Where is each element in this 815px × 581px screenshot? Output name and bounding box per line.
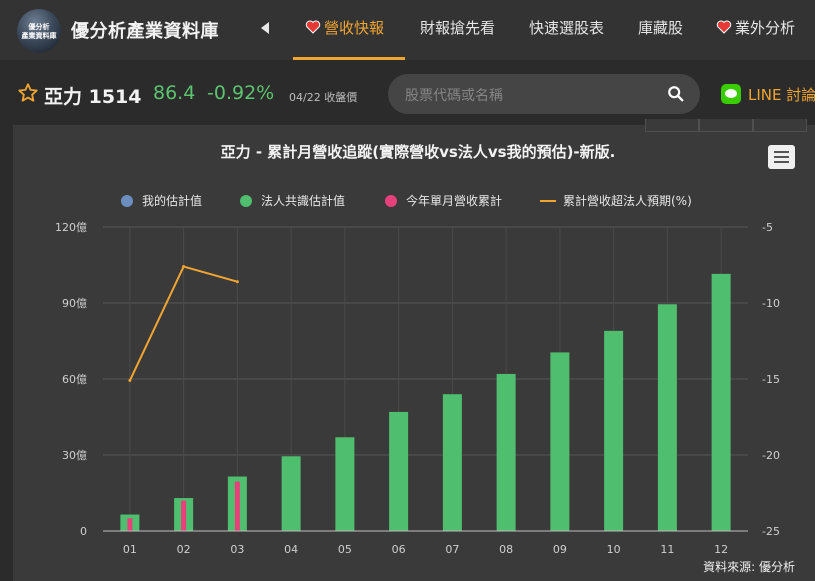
x-tick-label: 04 [284, 543, 298, 556]
legend-label: 累計營收超法人預期(%) [563, 193, 692, 208]
y-left-tick-label: 0 [80, 525, 87, 538]
search-placeholder: 股票代碼或名稱 [405, 88, 503, 104]
x-tick-label: 03 [230, 543, 244, 556]
x-tick-label: 11 [660, 543, 674, 556]
bar-consensus [281, 456, 301, 531]
y-left-tick-label: 30億 [62, 449, 87, 462]
stock-price-date: 04/22 收盤價 [289, 91, 358, 104]
x-tick-label: 07 [445, 543, 459, 556]
bar-consensus [657, 304, 677, 531]
heart-icon [716, 20, 732, 34]
logo-line-1: 優分析 [28, 23, 50, 31]
stock-price: 86.4 [153, 82, 196, 104]
x-tick-label: 02 [177, 543, 191, 556]
nav-item-stock-screener[interactable]: 快速選股表 [529, 17, 604, 39]
y-left-tick-label: 90億 [62, 297, 87, 310]
legend-dot [121, 195, 133, 207]
y-right-tick-label: -25 [762, 525, 780, 538]
logo[interactable]: 優分析 產業資料庫 [17, 9, 61, 53]
x-tick-label: 09 [553, 543, 567, 556]
bar-actual-revenue [127, 518, 133, 531]
nav-item-label: 財報搶先看 [420, 19, 496, 37]
chart-panel: 亞力 - 累計月營收追蹤(實際營收vs法人vs我的預估)-新版. 我的估計值 法人共… [13, 119, 815, 581]
x-tick-label: 05 [338, 543, 352, 556]
stock-info-bar: 亞力 1514 86.4 -0.92% 04/22 收盤價 股票代碼或名稱 LI… [0, 60, 815, 120]
bar-actual-revenue [181, 500, 187, 531]
legend-label: 今年單月營收累計 [406, 193, 502, 208]
x-tick-label: 12 [714, 543, 728, 556]
y-right-tick-label: -10 [762, 297, 780, 310]
bar-consensus [442, 394, 462, 531]
line-point [182, 265, 186, 269]
nav-item-label: 庫藏股 [638, 19, 684, 37]
legend-dot [385, 195, 397, 207]
stock-change: -0.92% [207, 82, 275, 104]
y-right-tick-label: -20 [762, 449, 780, 462]
nav-item-label: 業外分析 [735, 19, 796, 37]
bar-consensus [550, 352, 570, 531]
heart-icon [305, 20, 321, 34]
nav-item-buyback[interactable]: 庫藏股 [638, 17, 683, 39]
nav-item-earnings-preview[interactable]: 財報搶先看 [420, 17, 495, 39]
legend-dot [240, 195, 252, 207]
bar-consensus [389, 411, 409, 531]
y-right-tick-label: -5 [762, 221, 773, 234]
stock-name: 亞力 1514 [44, 86, 142, 108]
line-point [128, 379, 132, 383]
y-right-tick-label: -15 [762, 373, 780, 386]
nav-item-revenue-report[interactable]: 營收快報 [305, 17, 384, 39]
line-point [235, 280, 239, 284]
x-tick-label: 08 [499, 543, 513, 556]
nav-item-non-operating[interactable]: 業外分析 [716, 17, 795, 39]
bar-consensus [711, 273, 731, 531]
nav-item-label: 營收快報 [324, 19, 385, 37]
legend-label: 我的估計值 [142, 193, 202, 208]
bar-consensus [496, 373, 516, 531]
nav-prev-arrow-icon[interactable] [258, 20, 272, 38]
search-icon[interactable] [667, 85, 685, 103]
star-icon[interactable] [17, 82, 39, 104]
line-icon[interactable] [721, 84, 741, 104]
y-left-tick-label: 120億 [55, 221, 87, 234]
x-tick-label: 01 [123, 543, 137, 556]
bar-consensus [604, 330, 624, 531]
chart-menu-button[interactable] [768, 145, 795, 169]
brand-title[interactable]: 優分析產業資料庫 [71, 17, 219, 43]
data-source-note: 資料來源: 優分析 [703, 560, 795, 574]
revenue-chart: 亞力 - 累計月營收追蹤(實際營收vs法人vs我的預估)-新版. 我的估計值 法人共… [55, 143, 780, 556]
chart-title: 亞力 - 累計月營收追蹤(實際營收vs法人vs我的預估)-新版. [221, 143, 616, 161]
y-left-tick-label: 60億 [62, 373, 87, 386]
nav-item-label: 快速選股表 [529, 19, 605, 37]
x-tick-label: 10 [607, 543, 621, 556]
x-tick-label: 06 [392, 543, 406, 556]
logo-line-2: 產業資料庫 [21, 32, 57, 40]
stock-search-input[interactable]: 股票代碼或名稱 [388, 74, 700, 114]
bar-actual-revenue [234, 481, 240, 531]
bar-consensus [335, 437, 355, 531]
line-discussion-link[interactable]: LINE 討論 [748, 84, 815, 105]
top-nav-bar: 優分析 產業資料庫 優分析產業資料庫 營收快報 財報搶先看 快速選股表 庫藏股 … [0, 0, 815, 60]
legend-label: 法人共識估計值 [261, 193, 345, 208]
